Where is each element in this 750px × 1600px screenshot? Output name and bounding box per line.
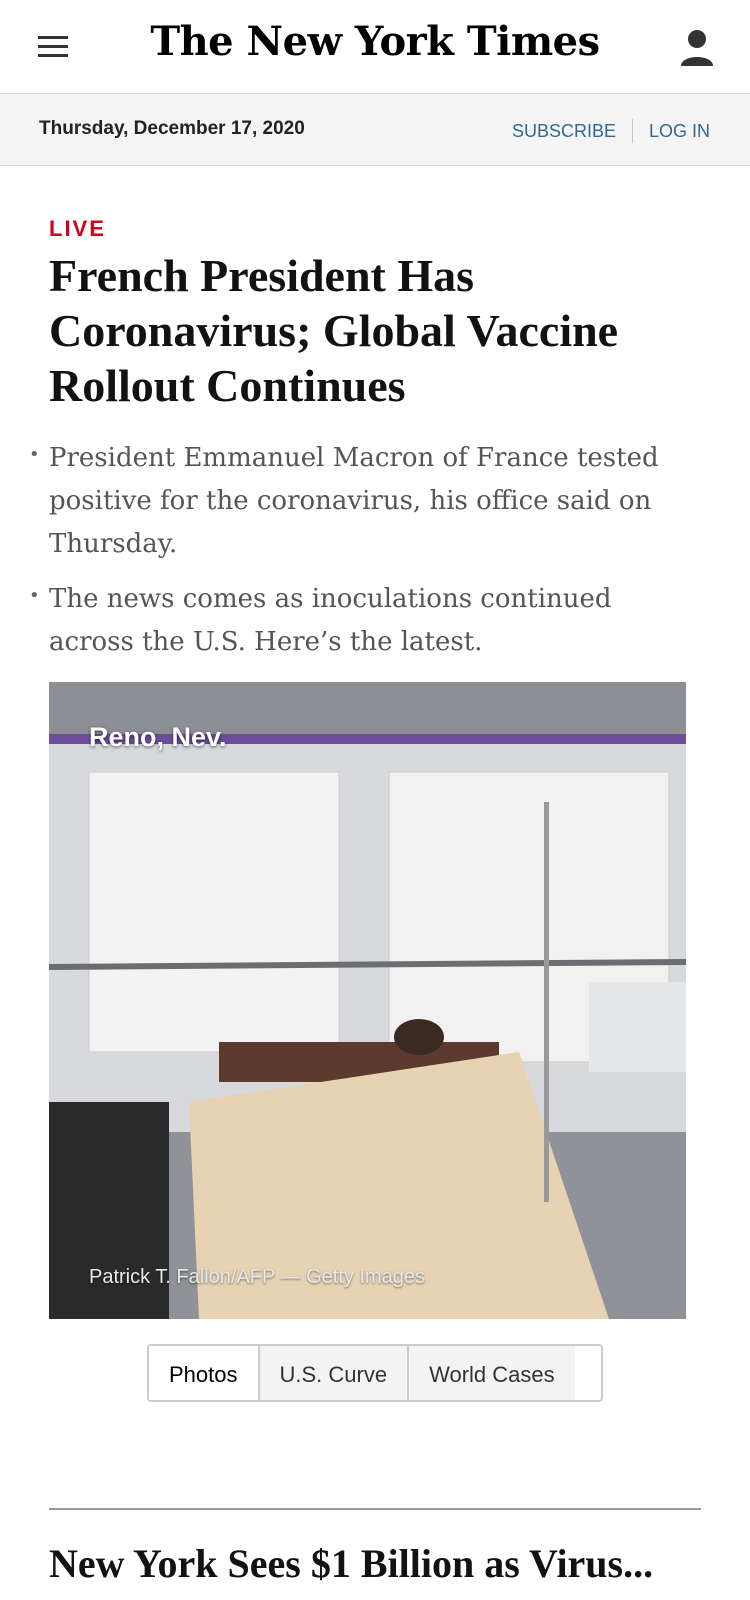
live-label: LIVE	[49, 216, 106, 241]
top-navigation-bar: The New York Times	[0, 0, 750, 94]
nyt-logo[interactable]: The New York Times	[0, 18, 750, 65]
media-tabs: Photos U.S. Curve World Cases	[147, 1344, 603, 1402]
tab-world-cases[interactable]: World Cases	[409, 1346, 575, 1400]
article-photo[interactable]: Reno, Nev. Patrick T. Fallon/AFP — Getty…	[49, 682, 686, 1319]
date-bar: Thursday, December 17, 2020 SUBSCRIBE LO…	[0, 94, 750, 166]
photo-location: Reno, Nev.	[89, 722, 227, 752]
tab-us-curve[interactable]: U.S. Curve	[259, 1346, 410, 1400]
next-article-headline[interactable]: New York Sees $1 Billion as Virus...	[49, 1540, 701, 1587]
link-divider	[631, 119, 633, 143]
hospital-bed-photo-illustration	[49, 682, 686, 1319]
article-headline[interactable]: French President Has Coronavirus; Global…	[49, 248, 701, 413]
user-account-icon[interactable]	[680, 28, 714, 66]
login-link[interactable]: LOG IN	[649, 121, 710, 142]
subscribe-link[interactable]: SUBSCRIBE	[512, 121, 616, 142]
article-content: LIVE French President Has Coronavirus; G…	[0, 216, 750, 1587]
article-summary-list: President Emmanuel Macron of France test…	[29, 433, 701, 664]
tab-photos[interactable]: Photos	[149, 1346, 260, 1400]
summary-item: President Emmanuel Macron of France test…	[29, 433, 701, 566]
photo-credit: Patrick T. Fallon/AFP — Getty Images	[89, 1266, 426, 1288]
section-divider	[49, 1508, 701, 1510]
account-links: SUBSCRIBE LOG IN	[512, 119, 710, 143]
current-date: Thursday, December 17, 2020	[39, 118, 305, 139]
summary-item[interactable]: The news comes as inoculations continued…	[29, 574, 701, 664]
